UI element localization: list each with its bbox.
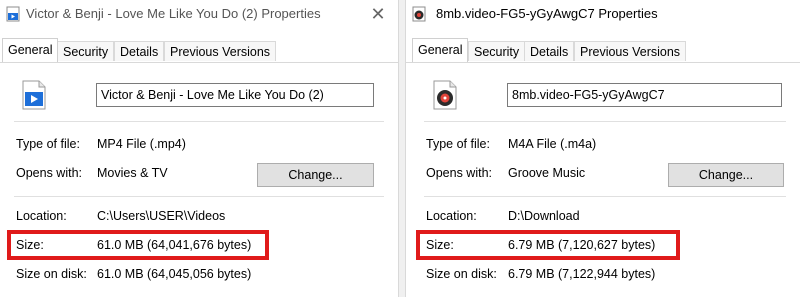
size-on-disk-label: Size on disk:	[426, 267, 497, 281]
close-button[interactable]: ✕	[366, 3, 390, 25]
tab-details[interactable]: Details	[524, 41, 575, 61]
tab-security[interactable]: Security	[57, 41, 115, 61]
size-highlight-box	[7, 230, 269, 260]
size-on-disk-value: 6.79 MB (7,122,944 bytes)	[508, 267, 656, 281]
tab-bar: General Security Details Previous Versio…	[0, 38, 398, 63]
file-name-field[interactable]: Victor & Benji - Love Me Like You Do (2)	[96, 83, 374, 107]
location-label: Location:	[16, 209, 67, 223]
opens-with-value: Groove Music	[508, 166, 586, 180]
change-button[interactable]: Change...	[668, 163, 784, 187]
window-title: Victor & Benji - Love Me Like You Do (2)…	[26, 6, 321, 21]
tab-previous-versions[interactable]: Previous Versions	[164, 41, 277, 61]
tab-previous-versions[interactable]: Previous Versions	[574, 41, 687, 61]
window-title: 8mb.video-FG5-yGyAwgC7 Properties	[436, 6, 658, 21]
size-on-disk-label: Size on disk:	[16, 267, 87, 281]
music-file-icon	[433, 80, 457, 110]
opens-with-value: Movies & TV	[97, 166, 168, 180]
separator	[424, 121, 786, 122]
tab-security[interactable]: Security	[468, 41, 526, 61]
tab-bar: General Security Details Previous Versio…	[406, 38, 800, 63]
video-file-icon	[22, 80, 46, 110]
title-bar: Victor & Benji - Love Me Like You Do (2)…	[0, 0, 398, 28]
music-file-icon	[412, 6, 426, 22]
location-value: C:\Users\USER\Videos	[97, 209, 226, 223]
separator	[14, 196, 384, 197]
tab-general[interactable]: General	[2, 38, 59, 62]
opens-with-label: Opens with:	[426, 166, 493, 180]
tab-general[interactable]: General	[412, 38, 469, 62]
size-highlight-box	[416, 230, 680, 260]
size-on-disk-value: 61.0 MB (64,045,056 bytes)	[97, 267, 252, 281]
change-button[interactable]: Change...	[257, 163, 374, 187]
separator	[424, 196, 786, 197]
type-of-file-value: M4A File (.m4a)	[508, 137, 597, 151]
properties-dialog-right: 8mb.video-FG5-yGyAwgC7 Properties Genera…	[406, 0, 800, 297]
type-of-file-label: Type of file:	[16, 137, 80, 151]
properties-dialog-left: Victor & Benji - Love Me Like You Do (2)…	[0, 0, 398, 297]
type-of-file-label: Type of file:	[426, 137, 490, 151]
location-label: Location:	[426, 209, 477, 223]
title-bar: 8mb.video-FG5-yGyAwgC7 Properties	[406, 0, 800, 28]
video-file-icon	[6, 6, 20, 22]
separator	[14, 121, 384, 122]
type-of-file-value: MP4 File (.mp4)	[97, 137, 186, 151]
tab-details[interactable]: Details	[114, 41, 165, 61]
window-gap	[398, 0, 406, 297]
opens-with-label: Opens with:	[16, 166, 83, 180]
file-name-field[interactable]: 8mb.video-FG5-yGyAwgC7	[507, 83, 782, 107]
location-value: D:\Download	[508, 209, 580, 223]
